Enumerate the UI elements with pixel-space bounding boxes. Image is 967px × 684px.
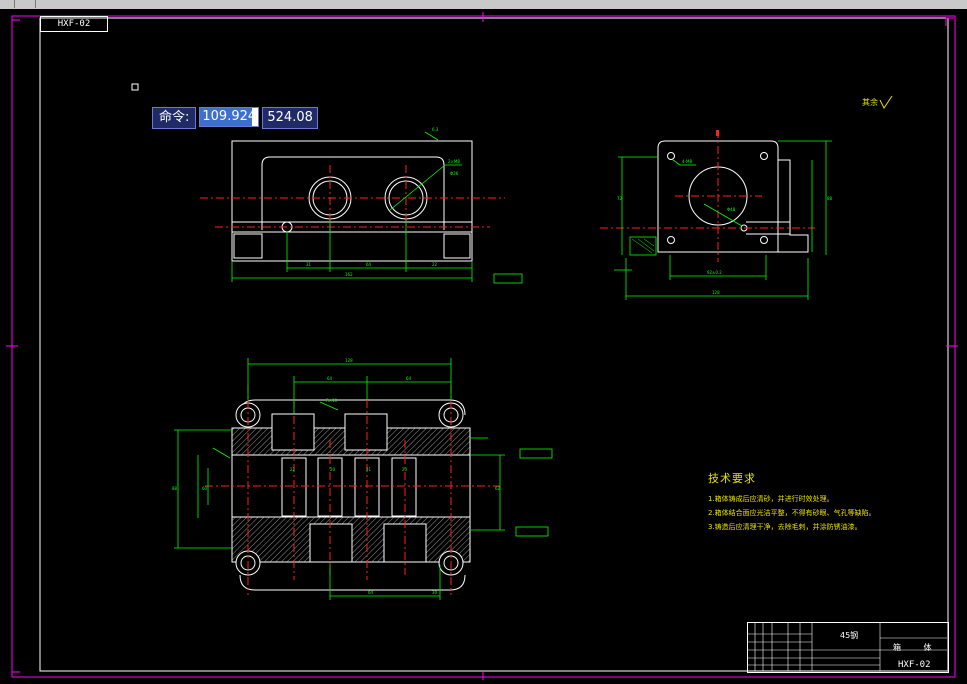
svg-text:128: 128 bbox=[345, 358, 353, 363]
svg-text:64: 64 bbox=[366, 262, 372, 267]
svg-text:20: 20 bbox=[330, 467, 336, 472]
tech-item: 1.箱体铸成后应清砂，并进行时效处理。 bbox=[708, 495, 834, 503]
material-label: 45钢 bbox=[840, 631, 859, 640]
front-view[interactable]: 162 31 64 22 2×M8 Φ36 6.3 bbox=[200, 127, 523, 284]
svg-text:92±0.2: 92±0.2 bbox=[707, 270, 722, 275]
side-view[interactable]: 128 92±0.2 88 72 Φ48 4-M8 bbox=[600, 130, 833, 300]
tech-item: 2.箱体结合面应光洁平整，不得有砂眼、气孔等缺陷。 bbox=[708, 509, 876, 517]
svg-text:64: 64 bbox=[327, 376, 333, 381]
svg-text:62: 62 bbox=[495, 486, 501, 491]
svg-text:22: 22 bbox=[290, 467, 296, 472]
svg-text:22: 22 bbox=[432, 262, 438, 267]
drawing-code: HXF-02 bbox=[898, 660, 931, 670]
cursor-pickbox bbox=[131, 83, 139, 91]
svg-text:Φ36: Φ36 bbox=[450, 171, 459, 176]
roughness-note: 其余 bbox=[862, 98, 878, 107]
x-coordinate-value: 109.924 bbox=[200, 108, 257, 126]
svg-text:64: 64 bbox=[368, 590, 374, 595]
svg-text:2×M8: 2×M8 bbox=[448, 159, 460, 164]
technical-requirements: 技术要求 1.箱体铸成后应清砂，并进行时效处理。 2.箱体结合面应光洁平整，不得… bbox=[708, 470, 876, 534]
svg-text:60: 60 bbox=[202, 486, 208, 491]
cad-drawing[interactable]: 162 31 64 22 2×M8 Φ36 6.3 12892±0.2 8872Φ48… bbox=[0, 0, 967, 684]
center-marks bbox=[6, 12, 958, 680]
roughness-symbol bbox=[879, 95, 893, 109]
tech-heading: 技术要求 bbox=[708, 472, 756, 485]
svg-text:6.3: 6.3 bbox=[432, 127, 439, 132]
tech-item: 3.铸造后应清理干净，去除毛刺，并涂防锈油漆。 bbox=[708, 523, 862, 531]
svg-text:Φ48: Φ48 bbox=[727, 207, 736, 212]
top-view[interactable]: 128 64 64 88 60 62 64 30 R×10 22 20 21 20 bbox=[172, 358, 553, 600]
svg-text:64: 64 bbox=[406, 376, 412, 381]
x-coordinate-input[interactable]: 109.924 bbox=[199, 107, 260, 127]
svg-text:20: 20 bbox=[402, 467, 408, 472]
dynamic-input[interactable]: 命令: 109.924 524.08 bbox=[152, 107, 319, 129]
y-coordinate-input[interactable]: 524.08 bbox=[262, 107, 319, 129]
part-name: 箱 体 bbox=[893, 643, 942, 652]
svg-text:72: 72 bbox=[617, 196, 623, 201]
svg-text:21: 21 bbox=[366, 467, 372, 472]
svg-text:128: 128 bbox=[712, 290, 720, 295]
svg-text:88: 88 bbox=[172, 486, 178, 491]
svg-text:4-M8: 4-M8 bbox=[682, 159, 692, 164]
command-label: 命令: bbox=[152, 107, 197, 129]
svg-text:30: 30 bbox=[432, 590, 438, 595]
svg-text:R×10: R×10 bbox=[326, 398, 338, 403]
svg-text:88: 88 bbox=[827, 196, 833, 201]
drawing-tab[interactable]: HXF-02 bbox=[40, 16, 108, 32]
svg-text:31: 31 bbox=[306, 262, 312, 267]
svg-text:162: 162 bbox=[345, 272, 353, 277]
